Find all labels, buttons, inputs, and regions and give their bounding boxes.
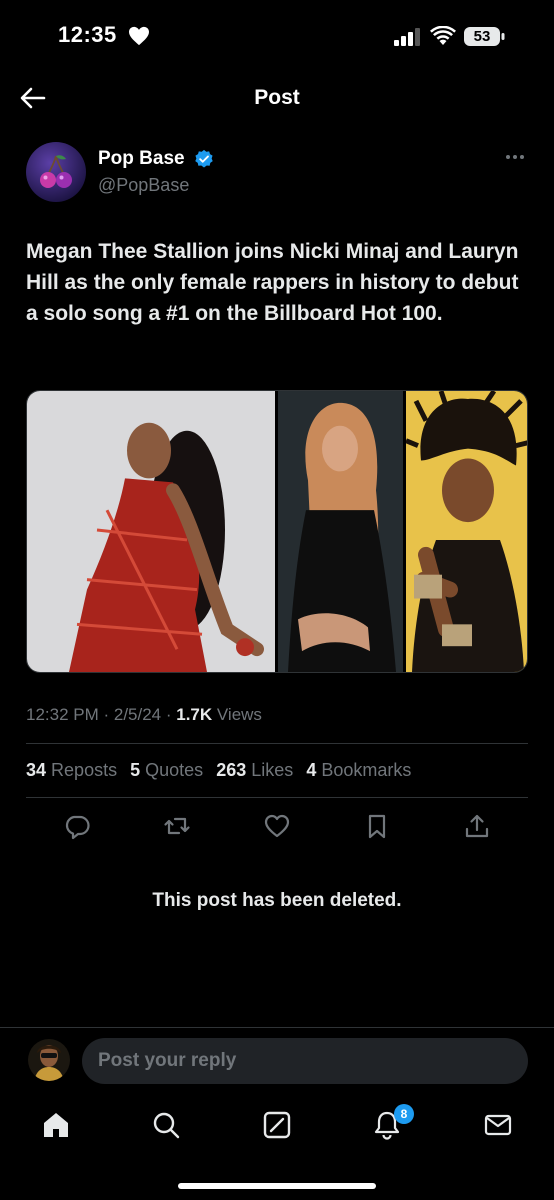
battery-level: 53 [473,28,491,45]
verified-badge-icon [195,149,213,168]
quotes-stat[interactable]: 5 Quotes [130,760,203,781]
grok-icon[interactable] [262,1110,292,1140]
post-actions [26,812,528,842]
reposts-count: 34 [26,760,47,780]
bookmarks-label: Bookmarks [321,760,412,780]
photo-lauryn [406,391,527,672]
divider [26,743,528,744]
messages-icon[interactable] [483,1110,513,1140]
notifications-badge: 8 [394,1104,414,1124]
likes-label: Likes [251,760,294,780]
author-handle[interactable]: @PopBase [98,175,189,196]
post-meta: 12:32 PM · 2/5/24 · 1.7K Views [26,705,262,725]
share-icon[interactable] [463,812,491,840]
heart-icon [129,26,149,46]
wifi-icon [430,26,456,45]
quotes-count: 5 [130,760,141,780]
reposts-stat[interactable]: 34 Reposts [26,760,117,781]
post-stats: 34 Reposts 5 Quotes 263 Likes 4 Bookmark… [26,760,419,781]
search-icon[interactable] [151,1110,181,1140]
bottom-tab-bar: 8 [0,1100,554,1160]
battery-icon: 53 [463,26,505,47]
post-date: 2/5/24 [113,705,162,724]
like-icon[interactable] [263,812,291,840]
bookmarks-count: 4 [306,760,317,780]
repost-icon[interactable] [163,812,191,840]
user-avatar[interactable] [28,1039,70,1081]
post-author: Pop Base @PopBase [26,140,530,210]
bookmarks-stat[interactable]: 4 Bookmarks [306,760,411,781]
status-time: 12:35 [58,22,117,47]
divider [26,797,528,798]
bookmark-icon[interactable] [363,812,391,840]
likes-stat[interactable]: 263 Likes [216,760,293,781]
reply-input[interactable] [82,1038,528,1084]
signal-icon [394,28,420,46]
photo-nicki [278,391,403,672]
home-icon[interactable] [41,1110,71,1140]
meta-separator: · [98,705,114,724]
views-label: Views [212,705,262,724]
home-indicator[interactable] [178,1183,376,1189]
reply-icon[interactable] [63,812,91,840]
header: Post [0,70,554,126]
author-name[interactable]: Pop Base [98,148,185,170]
post-time: 12:32 PM [26,705,99,724]
post-text: Megan Thee Stallion joins Nicki Minaj an… [26,240,519,325]
quotes-label: Quotes [145,760,204,780]
reply-bar [0,1027,554,1097]
deleted-notice: This post has been deleted. [152,890,402,911]
status-bar: 12:35 53 [0,0,554,70]
photo-megan [27,391,275,672]
likes-count: 263 [216,760,247,780]
post-media[interactable] [26,390,528,673]
views-count: 1.7K [176,705,213,724]
avatar[interactable] [26,142,86,202]
page-title: Post [254,86,300,109]
reposts-label: Reposts [51,760,118,780]
more-options-icon[interactable] [504,150,526,164]
meta-separator: · [161,705,177,724]
